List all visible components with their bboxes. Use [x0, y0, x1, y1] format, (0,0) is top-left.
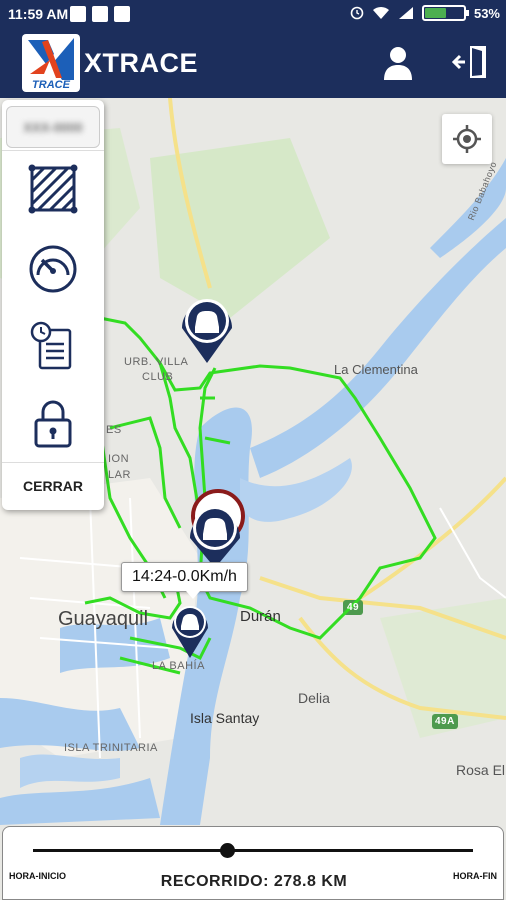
- map-label-lar: LAR: [108, 469, 131, 481]
- battery-icon: [421, 5, 469, 21]
- map-label-duran: Durán: [240, 608, 281, 625]
- logout-button[interactable]: [451, 42, 492, 82]
- user-button[interactable]: [378, 42, 418, 82]
- menu-divider: [2, 462, 104, 463]
- map-label-la-clementina: La Clementina: [334, 362, 418, 377]
- history-report-icon: [30, 321, 72, 370]
- notification-icon: [114, 6, 130, 22]
- wifi-icon: [372, 6, 389, 19]
- vehicle-tooltip: 14:24-0.0Km/h: [121, 562, 248, 599]
- locate-button[interactable]: [442, 114, 492, 164]
- vehicle-plate[interactable]: XXX-0000: [6, 106, 100, 148]
- signal-icon: [398, 7, 413, 19]
- map-label-urb-villa: URB. VILLA: [124, 356, 189, 368]
- notification-icon: [92, 6, 108, 22]
- history-report-button[interactable]: [26, 318, 80, 372]
- side-menu: XXX-0000 CERRAR: [2, 100, 104, 510]
- battery-percent: 53%: [473, 5, 500, 21]
- logo-text: TRACE: [32, 79, 71, 91]
- vehicle-plate-text: XXX-0000: [23, 119, 83, 135]
- playback-slider-thumb[interactable]: [219, 843, 235, 858]
- alarm-icon: [350, 6, 364, 20]
- menu-divider: [2, 150, 104, 151]
- app-bar: TRACE XTRACE: [0, 28, 506, 98]
- lock-button[interactable]: [26, 396, 80, 450]
- user-icon: [384, 47, 412, 80]
- distance-traveled: RECORRIDO: 278.8 KM: [160, 873, 348, 890]
- geofence-icon: [28, 164, 78, 214]
- playback-slider-track[interactable]: [33, 849, 473, 852]
- lock-icon: [34, 400, 72, 448]
- notification-icons: [70, 6, 130, 22]
- map-label-isla-trinitaria: ISLA TRINITARIA: [64, 742, 158, 754]
- status-time: 11:59 AM: [8, 6, 69, 22]
- map-label-rosa-el: Rosa El: [456, 762, 506, 778]
- map-label-isla-santay: Isla Santay: [190, 710, 260, 726]
- status-bar: 11:59 AM 53%: [0, 0, 506, 28]
- map-label-ion: ION: [108, 453, 130, 465]
- map-label-es: ES: [106, 424, 122, 436]
- speed-button[interactable]: [26, 242, 80, 296]
- road-badge-49: 49: [347, 602, 360, 613]
- map-label-delia: Delia: [298, 690, 330, 706]
- tooltip-text: 14:24-0.0Km/h: [132, 568, 237, 585]
- app-logo: TRACE: [22, 34, 80, 92]
- notification-icon: [70, 6, 86, 22]
- xtrace-logo-icon: TRACE: [28, 38, 74, 91]
- locate-crosshair-icon: [453, 125, 481, 153]
- status-right: 53%: [350, 5, 500, 21]
- close-menu-button[interactable]: CERRAR: [2, 466, 104, 506]
- road-badge-49a: 49A: [435, 716, 455, 727]
- speedometer-icon: [29, 245, 77, 293]
- map-label-la-bahia: LA BAHÍA: [152, 660, 205, 672]
- logout-door-icon: [451, 46, 486, 78]
- geofence-button[interactable]: [26, 162, 80, 216]
- app-title: XTRACE: [84, 48, 199, 78]
- playback-panel: HORA-INICIO HORA-FIN RECORRIDO: 278.8 KM: [2, 826, 504, 900]
- map-label-club: CLUB: [142, 371, 174, 383]
- map-label-guayaquil: Guayaquil: [58, 608, 149, 630]
